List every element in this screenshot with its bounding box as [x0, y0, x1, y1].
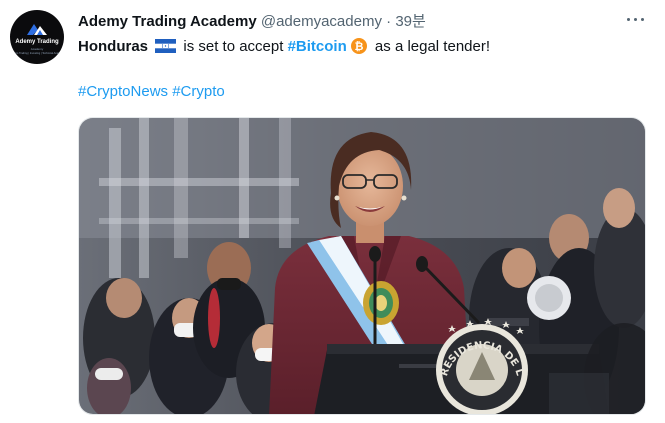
honduras-flag-icon — [155, 39, 177, 53]
tweet-media-photo[interactable]: PRESIDENCIA DE LA — [78, 117, 646, 415]
avatar[interactable]: Ademy Trading Academy Crypto Trading | I… — [10, 10, 64, 64]
tweet-text: Honduras is set to accept #Bitcoin ₿ as … — [78, 36, 490, 58]
avatar-brand-text: Ademy Trading — [15, 39, 59, 45]
hashtag-line: #CryptoNews #Crypto — [78, 81, 225, 103]
author-handle[interactable]: @ademyacademy — [261, 13, 382, 30]
tweet-text-end: as a legal tender! — [370, 38, 491, 55]
more-options-icon[interactable] — [627, 18, 645, 26]
bitcoin-icon: ₿ — [350, 38, 367, 54]
tweet-timestamp[interactable]: 39분 — [395, 13, 426, 30]
avatar-sub-text: Academy — [30, 47, 44, 51]
avatar-tagline: Crypto Trading | Investing | Technical A… — [10, 52, 64, 55]
svg-text:₿: ₿ — [354, 40, 363, 53]
brand-logo-icon — [27, 24, 47, 35]
separator-dot: · — [386, 13, 392, 30]
hashtag-cryptonews-link[interactable]: #CryptoNews — [78, 83, 168, 100]
speaker-photo: PRESIDENCIA DE LA — [79, 118, 645, 414]
hashtag-bitcoin-link[interactable]: #Bitcoin — [288, 38, 347, 55]
tweet-subject: Honduras — [78, 38, 149, 55]
tweet-text-middle: is set to accept — [179, 38, 288, 55]
tweet-header: Ademy Trading Academy @ademyacademy · 39… — [78, 12, 426, 32]
author-name[interactable]: Ademy Trading Academy — [78, 13, 257, 30]
tweet-card[interactable]: Ademy Trading Academy Crypto Trading | I… — [0, 0, 665, 423]
hashtag-crypto-link[interactable]: #Crypto — [172, 83, 225, 100]
